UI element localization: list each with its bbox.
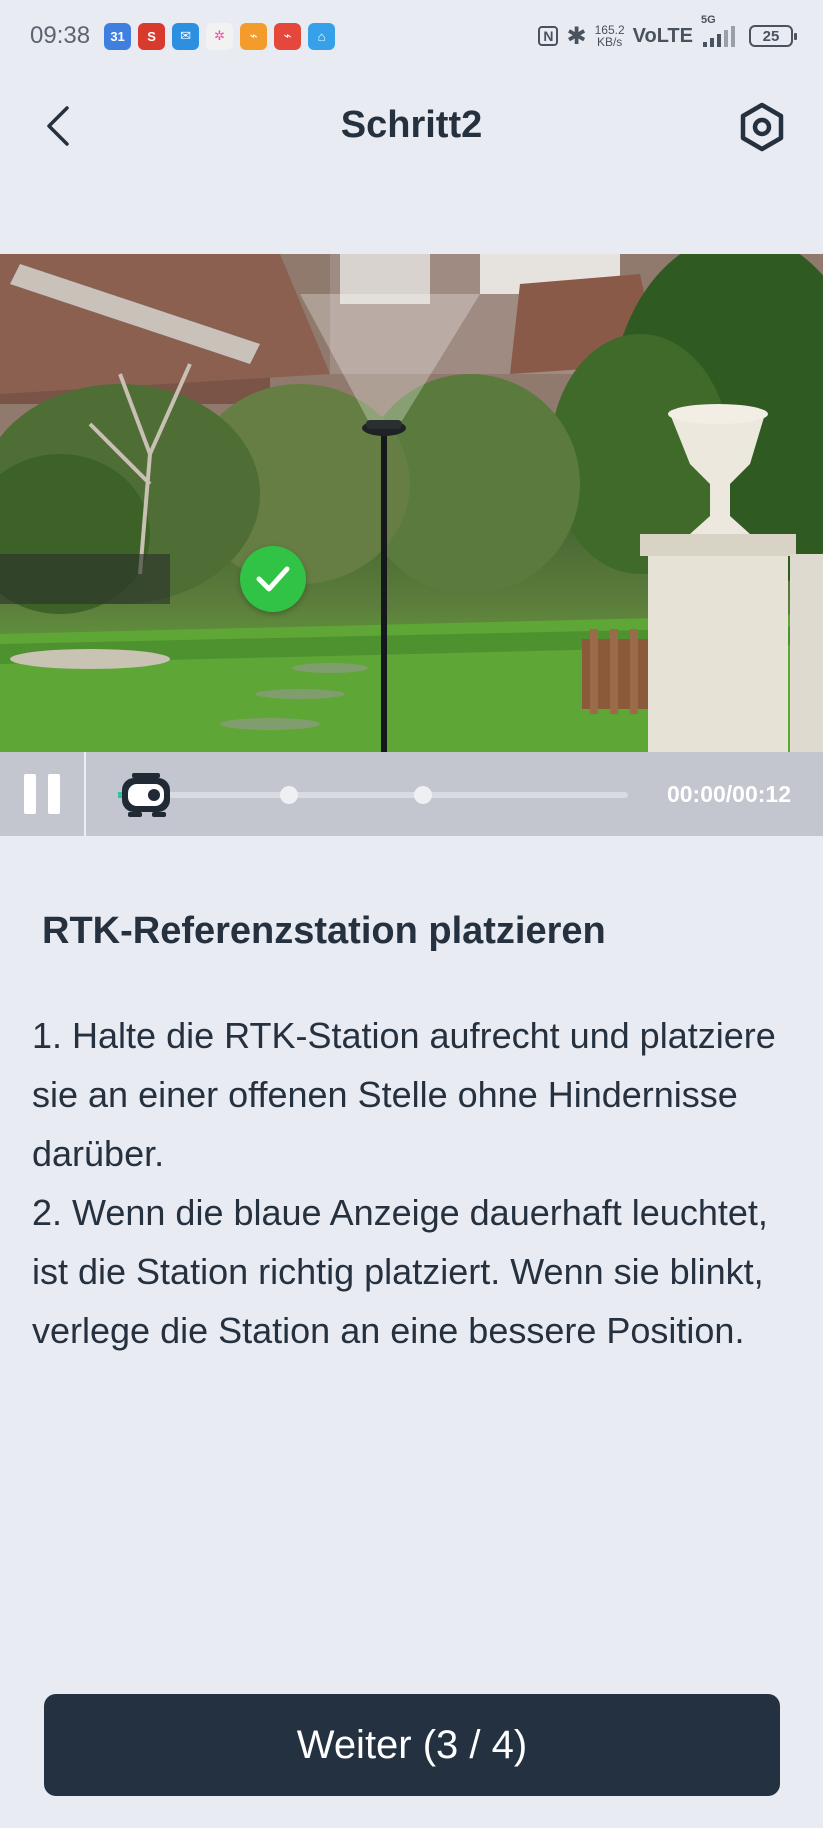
speed-unit: KB/s: [596, 35, 623, 49]
back-button[interactable]: [38, 102, 78, 150]
bluetooth-icon: ✱: [566, 22, 587, 50]
next-button[interactable]: Weiter (3 / 4): [44, 1694, 780, 1796]
pause-icon-bar: [48, 774, 60, 814]
gear-icon: [740, 102, 784, 152]
section-title: RTK-Referenzstation platzieren: [42, 910, 606, 952]
pause-button[interactable]: [0, 752, 86, 836]
tutorial-video[interactable]: [0, 254, 823, 752]
page-title: Schritt2: [340, 103, 483, 146]
settings-button[interactable]: [735, 100, 789, 154]
link-app-icon: ⌁: [240, 22, 268, 50]
instruction-step-1: 1. Halte die RTK-Station aufrecht und pl…: [32, 1015, 776, 1174]
video-frame: [0, 254, 823, 752]
pinwheel-icon: ✲: [206, 22, 234, 50]
chevron-left-icon: [47, 106, 69, 146]
notification-icons: 31 S ✉ ✲ ⌁ ⌁ ⌂: [104, 22, 336, 50]
pause-icon: [24, 774, 36, 814]
progress-slider[interactable]: [116, 752, 628, 836]
nfc-icon: N: [538, 26, 559, 46]
chapter-marker: [414, 786, 432, 804]
status-indicators: N ✱ 165.2 KB/s VoLTE 5G 25: [538, 14, 797, 51]
signal-label: 5G: [701, 14, 716, 26]
calendar-icon: 31: [104, 22, 132, 50]
success-check-icon: [240, 546, 306, 612]
instructions: 1. Halte die RTK-Station aufrecht und pl…: [32, 1006, 802, 1360]
progress-track: [126, 792, 628, 798]
video-controls: 00:00/00:12: [0, 752, 823, 836]
app-header: Schritt2: [0, 80, 823, 170]
status-time: 09:38: [30, 22, 91, 49]
mower-thumb-icon[interactable]: [118, 772, 176, 818]
red-app-icon: ⌁: [274, 22, 302, 50]
status-bar: 09:38 31 S ✉ ✲ ⌁ ⌁ ⌂ N ✱ 165.2 KB/s VoLT…: [0, 0, 823, 72]
volte-label: VoLTE: [632, 24, 693, 47]
chapter-marker: [280, 786, 298, 804]
battery-icon: 25: [749, 25, 797, 47]
signal-icon: 5G: [701, 14, 741, 48]
mail-icon: ✉: [172, 22, 200, 50]
video-time: 00:00/00:12: [666, 780, 791, 807]
network-speed: 165.2 KB/s: [595, 24, 625, 48]
home-app-icon: ⌂: [308, 22, 336, 50]
instruction-step-2: 2. Wenn die blaue Anzeige dauerhaft leuc…: [32, 1192, 768, 1351]
s-app-icon: S: [138, 22, 166, 50]
